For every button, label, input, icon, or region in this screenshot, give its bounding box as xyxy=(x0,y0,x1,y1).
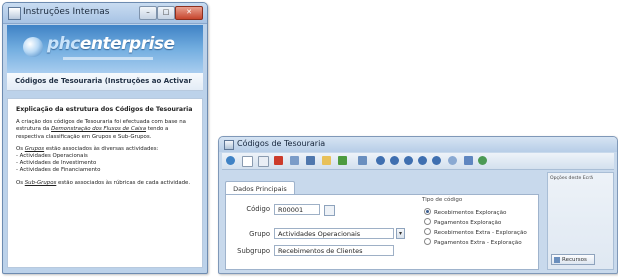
radio-icon xyxy=(424,228,431,235)
check-icon[interactable] xyxy=(338,156,347,165)
search-icon[interactable] xyxy=(358,156,367,165)
copy-icon[interactable] xyxy=(258,156,269,167)
codigo-label: Código xyxy=(246,205,270,213)
paragraph-1: A criação dos códigos de Tesouraria foi … xyxy=(16,119,186,140)
radio-pagamentos-extra[interactable]: Pagamentos Extra - Exploração xyxy=(424,238,522,246)
instructions-content: Explicação da estrutura dos Códigos de T… xyxy=(7,98,203,268)
codigo-input[interactable]: R00001 xyxy=(274,204,320,215)
logo-tagline-bar xyxy=(63,57,153,60)
grupo-label: Grupo xyxy=(249,230,270,238)
codigos-tesouraria-window: Códigos de Tesouraria Dados Principais C… xyxy=(218,136,618,274)
titlebar[interactable]: Códigos de Tesouraria xyxy=(219,137,617,152)
menu-icon[interactable] xyxy=(226,156,235,165)
edit-icon[interactable] xyxy=(290,156,299,165)
tipo-codigo-label: Tipo de código xyxy=(422,197,463,203)
tab-dados-principais[interactable]: Dados Principais xyxy=(225,181,295,195)
paragraph-2: Os Grupos estão associados às diversas a… xyxy=(16,145,159,174)
grupo-select[interactable]: Actividades Operacionais xyxy=(274,228,394,239)
nav-next-icon[interactable] xyxy=(404,156,413,165)
radio-recebimentos-exploracao[interactable]: Recebimentos Exploração xyxy=(424,208,506,216)
radio-icon xyxy=(424,218,431,225)
main-panel: Código R00001 Grupo Actividades Operacio… xyxy=(225,194,539,270)
radio-recebimentos-extra[interactable]: Recebimentos Extra - Exploração xyxy=(424,228,527,236)
phc-logo-icon xyxy=(23,37,43,57)
help-icon[interactable] xyxy=(464,156,473,165)
subgrupo-input[interactable]: Recebimentos de Clientes xyxy=(274,245,394,256)
options-sidebar: Opções deste Ecrã Recursos xyxy=(547,172,614,270)
delete-icon[interactable] xyxy=(274,156,283,165)
window-icon xyxy=(224,140,234,150)
refresh-icon[interactable] xyxy=(448,156,457,165)
toolbar xyxy=(222,153,614,170)
titlebar[interactable]: Instruções Internas – □ ✕ xyxy=(3,3,207,24)
radio-selected-icon xyxy=(424,208,431,215)
print-icon[interactable] xyxy=(306,156,315,165)
instrucoes-internas-window: Instruções Internas – □ ✕ phcenterprise … xyxy=(2,2,208,274)
exit-icon[interactable] xyxy=(478,156,487,165)
options-label: Opções deste Ecrã xyxy=(550,176,593,181)
phc-banner: phcenterprise xyxy=(7,25,203,73)
close-button[interactable]: ✕ xyxy=(175,6,203,20)
resources-icon xyxy=(554,257,560,263)
nav-prev-icon[interactable] xyxy=(390,156,399,165)
minimize-button[interactable]: – xyxy=(139,6,157,20)
section-heading: Códigos de Tesouraria (Instruções ao Act… xyxy=(7,73,203,91)
activity-item: - Actividades de Financiamento xyxy=(16,167,101,174)
radio-icon xyxy=(424,238,431,245)
chevron-down-icon[interactable]: ▾ xyxy=(396,228,405,239)
recursos-button[interactable]: Recursos xyxy=(551,254,595,265)
activity-item: - Actividades de Investimento xyxy=(16,160,97,167)
activity-item: - Actividades Operacionais xyxy=(16,153,88,160)
paragraph-3: Os Sub-Grupos estão associados às rúbric… xyxy=(16,179,191,186)
window-title: Códigos de Tesouraria xyxy=(237,139,326,148)
radio-pagamentos-exploracao[interactable]: Pagamentos Exploração xyxy=(424,218,501,226)
nav-last-icon[interactable] xyxy=(418,156,427,165)
lookup-icon[interactable] xyxy=(324,205,335,216)
nav-first-icon[interactable] xyxy=(376,156,385,165)
maximize-button[interactable]: □ xyxy=(157,6,175,20)
nav-goto-icon[interactable] xyxy=(432,156,441,165)
folder-icon[interactable] xyxy=(322,156,331,165)
new-icon[interactable] xyxy=(242,156,253,167)
dfc-link[interactable]: Demonstração dos Fluxos de Caixa xyxy=(51,126,146,132)
window-icon xyxy=(8,7,21,20)
window-title: Instruções Internas xyxy=(23,7,110,17)
article-title: Explicação da estrutura dos Códigos de T… xyxy=(16,106,193,113)
subgrupo-label: Subgrupo xyxy=(237,247,270,255)
phc-logo-text: phcenterprise xyxy=(47,34,175,54)
